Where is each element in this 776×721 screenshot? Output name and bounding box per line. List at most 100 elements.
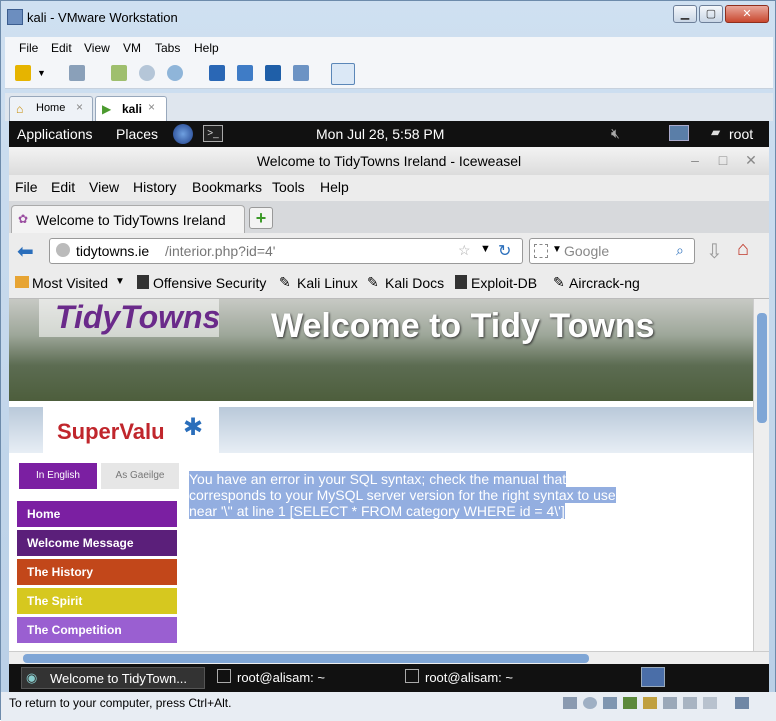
- bookmark-most-visited[interactable]: Most Visited: [32, 275, 108, 291]
- vmware-menu-file[interactable]: File: [19, 41, 38, 55]
- browser-menu-file[interactable]: File: [15, 179, 38, 195]
- url-dropdown-icon[interactable]: ▼: [480, 243, 491, 255]
- hard-disk-icon[interactable]: [563, 697, 577, 709]
- search-input[interactable]: Google: [564, 243, 609, 259]
- downloads-icon[interactable]: ⇩: [706, 239, 723, 264]
- revert-snapshot-icon[interactable]: [139, 65, 155, 81]
- home-icon[interactable]: ⌂: [737, 238, 749, 261]
- sound-card-icon[interactable]: [643, 697, 657, 709]
- horizontal-scrollbar[interactable]: [9, 651, 769, 664]
- console-view-icon[interactable]: [331, 63, 355, 85]
- vmware-menu-help[interactable]: Help: [194, 41, 219, 55]
- bookmark-offensive-security[interactable]: Offensive Security: [153, 275, 266, 291]
- vmware-minimize-button[interactable]: ▁: [673, 5, 697, 23]
- search-icon[interactable]: ⌕: [676, 242, 684, 259]
- site-identity-icon[interactable]: [56, 243, 70, 257]
- vmware-menu-tabs[interactable]: Tabs: [155, 41, 180, 55]
- browser-menu-bookmarks[interactable]: Bookmarks: [192, 179, 262, 195]
- close-icon[interactable]: ×: [148, 100, 155, 114]
- nav-the-history[interactable]: The History: [17, 559, 177, 585]
- header-banner: TidyTowns Welcome to Tidy Towns: [9, 299, 753, 401]
- taskbar-item-terminal-1[interactable]: root@alisam: ~: [215, 667, 395, 689]
- bookmark-aircrack-ng[interactable]: Aircrack-ng: [569, 275, 640, 291]
- taskbar-item-terminal-2[interactable]: root@alisam: ~: [403, 667, 583, 689]
- vmware-app-icon: [7, 9, 23, 25]
- chat-icon: ▰: [711, 125, 721, 139]
- network-icon[interactable]: [669, 125, 689, 141]
- home-icon: ⌂: [16, 102, 24, 116]
- vmware-statusbar: To return to your computer, press Ctrl+A…: [1, 692, 776, 721]
- user-menu[interactable]: root: [729, 126, 753, 142]
- terminal-launcher-icon[interactable]: >_: [203, 125, 223, 142]
- vmware-tab-kali[interactable]: ▶ kali ×: [95, 96, 167, 121]
- printer-icon[interactable]: [663, 697, 677, 709]
- browser-menu-view[interactable]: View: [89, 179, 119, 195]
- bookmark-kali-docs[interactable]: Kali Docs: [385, 275, 444, 291]
- browser-menu-edit[interactable]: Edit: [51, 179, 75, 195]
- nav-the-spirit[interactable]: The Spirit: [17, 588, 177, 614]
- pause-icon[interactable]: [15, 65, 31, 81]
- browser-close-button[interactable]: ✕: [739, 149, 763, 171]
- vmware-tab-home[interactable]: ⌂ Home ×: [9, 96, 93, 121]
- close-icon[interactable]: ×: [76, 100, 83, 114]
- unity-icon[interactable]: [293, 65, 309, 81]
- lang-irish-button[interactable]: As Gaeilge: [101, 463, 179, 489]
- chevron-down-icon[interactable]: ▼: [552, 244, 562, 255]
- nav-welcome-message[interactable]: Welcome Message: [17, 530, 177, 556]
- snapshot-icon[interactable]: [111, 65, 127, 81]
- full-screen-icon[interactable]: [265, 65, 281, 81]
- usb-icon[interactable]: [623, 697, 637, 709]
- reload-icon[interactable]: ↻: [498, 241, 511, 261]
- taskbar-item-label: Welcome to TidyTown...: [50, 671, 188, 686]
- nav-home[interactable]: Home: [17, 501, 177, 527]
- show-library-icon[interactable]: [209, 65, 225, 81]
- browser-tab-active[interactable]: ✿ Welcome to TidyTowns Ireland: [11, 205, 245, 233]
- vmware-maximize-button[interactable]: ▢: [699, 5, 723, 23]
- vmware-menu-edit[interactable]: Edit: [51, 41, 72, 55]
- search-box[interactable]: ▼ Google ⌕: [529, 238, 695, 264]
- bookmarks-toolbar: Most Visited ▼ Offensive Security ✎ Kali…: [9, 269, 769, 299]
- chevron-down-icon[interactable]: ▼: [115, 276, 125, 287]
- vmware-titlebar: kali - VMware Workstation ▁ ▢ ✕: [1, 1, 776, 33]
- volume-muted-icon[interactable]: 🔇︎: [611, 125, 620, 142]
- vertical-scrollbar-thumb[interactable]: [757, 313, 767, 423]
- horizontal-scrollbar-thumb[interactable]: [23, 654, 589, 663]
- browser-menu-help[interactable]: Help: [320, 179, 349, 195]
- places-menu[interactable]: Places: [116, 126, 158, 142]
- workspace-switcher-icon[interactable]: [641, 667, 665, 687]
- network-adapter-icon[interactable]: [603, 697, 617, 709]
- vmware-window: kali - VMware Workstation ▁ ▢ ✕ File Edi…: [0, 0, 776, 721]
- search-engine-icon[interactable]: [534, 244, 548, 258]
- vertical-scrollbar[interactable]: [753, 299, 769, 651]
- browser-menu-tools[interactable]: Tools: [272, 179, 305, 195]
- terminal-icon: [405, 669, 419, 683]
- bookmark-star-icon[interactable]: ☆: [458, 242, 471, 259]
- message-log-icon[interactable]: [703, 697, 717, 709]
- back-arrow-icon[interactable]: ⬅: [17, 239, 34, 264]
- cd-drive-icon[interactable]: [583, 697, 597, 709]
- quick-switch-icon[interactable]: [237, 65, 253, 81]
- browser-menu-history[interactable]: History: [133, 179, 177, 195]
- bookmark-exploit-db[interactable]: Exploit-DB: [471, 275, 537, 291]
- new-tab-button[interactable]: +: [249, 207, 273, 229]
- snapshot-manager-icon[interactable]: [167, 65, 183, 81]
- browser-minimize-button[interactable]: –: [683, 149, 707, 171]
- sidebar: In English As Gaeilge Home Welcome Messa…: [17, 461, 182, 651]
- vmware-menu-vm[interactable]: VM: [123, 41, 141, 55]
- dropdown-arrow-icon[interactable]: ▼: [37, 65, 47, 81]
- vmware-close-button[interactable]: ✕: [725, 5, 769, 23]
- taskbar-item-browser[interactable]: ◉ Welcome to TidyTown...: [21, 667, 205, 689]
- vmware-menu-view[interactable]: View: [84, 41, 110, 55]
- display-icon[interactable]: [683, 697, 697, 709]
- send-ctrl-alt-del-icon[interactable]: [69, 65, 85, 81]
- lang-english-button[interactable]: In English: [19, 463, 97, 489]
- browser-maximize-button[interactable]: □: [711, 149, 735, 171]
- site-logo[interactable]: TidyTowns: [55, 299, 220, 336]
- nav-the-competition[interactable]: The Competition: [17, 617, 177, 643]
- clock[interactable]: Mon Jul 28, 5:58 PM: [316, 126, 444, 142]
- bookmark-kali-linux[interactable]: Kali Linux: [297, 275, 358, 291]
- url-bar[interactable]: tidytowns.ie /interior.php?id=4' ☆ ▼ ↻: [49, 238, 523, 264]
- web-browser-launcher-icon[interactable]: [173, 124, 193, 144]
- vm-settings-icon[interactable]: [735, 697, 749, 709]
- applications-menu[interactable]: Applications: [17, 126, 93, 142]
